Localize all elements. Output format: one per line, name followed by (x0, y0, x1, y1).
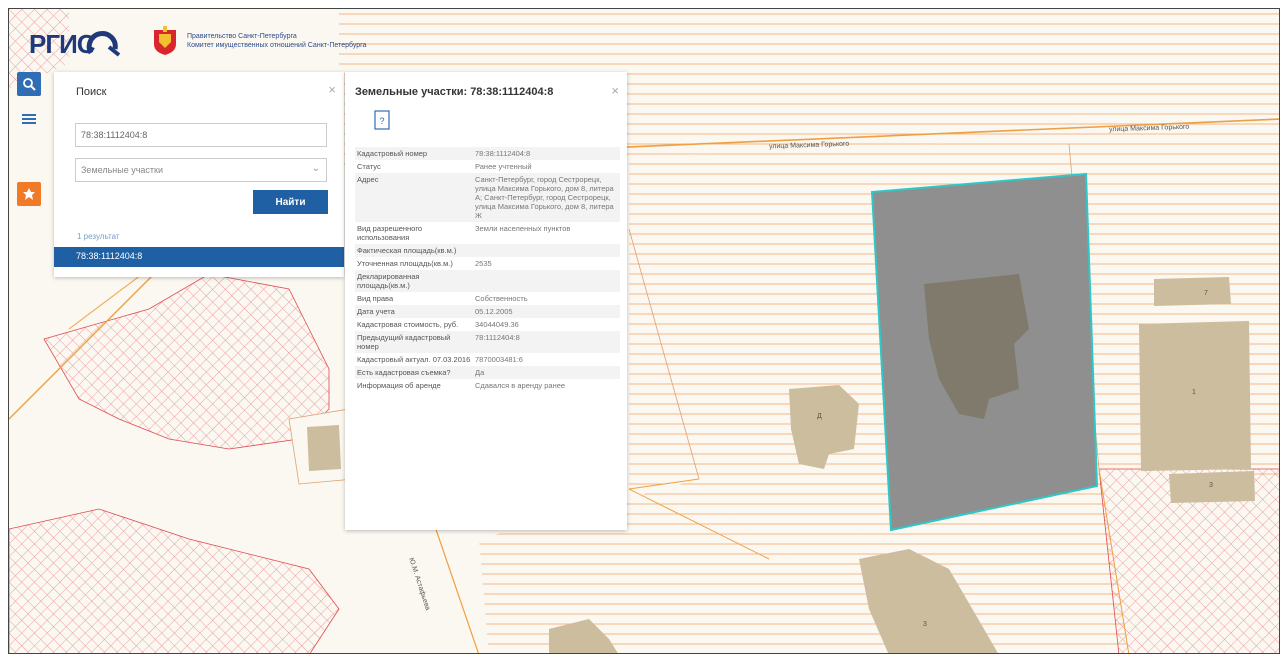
attribute-row: Кадастровый актуал. 07.03.2016 7870003481… (355, 353, 620, 366)
logo-icon (86, 31, 121, 57)
search-input[interactable] (75, 123, 327, 147)
find-button[interactable]: Найти (253, 190, 328, 214)
layers-icon (23, 188, 35, 200)
attribute-value: 7870003481:6 (475, 355, 523, 364)
attribute-value: Сдавался в аренду ранее (475, 381, 566, 390)
attribute-value: Собственность (475, 294, 528, 303)
attribute-row: Есть кадастровая съемка? Да (355, 366, 620, 379)
results-count: 1 результат (77, 232, 120, 241)
attribute-value: Ранее учтенный (475, 162, 532, 171)
attribute-key: Информация об аренде (357, 381, 441, 390)
attribute-value (473, 270, 620, 292)
attribute-key: Уточненная площадь(кв.м.) (357, 259, 453, 268)
attribute-key: Адрес (355, 173, 473, 222)
close-icon[interactable]: × (328, 82, 336, 97)
attribute-key: Предыдущий кадастровый номер (355, 331, 473, 353)
building-label-3a: 3 (1209, 482, 1213, 489)
info-panel: Земельные участки: 78:38:1112404:8 × ? К… (345, 72, 627, 530)
attribute-row: Кадастровая стоимость, руб. 34044049.36 (355, 318, 620, 331)
attribute-value: Санкт-Петербург, город Сестрорецк, улица… (473, 173, 620, 222)
app-window: улица Максима Горького улица Максима Гор… (8, 8, 1280, 654)
attribute-key: Статус (357, 162, 381, 171)
building-label-7: 7 (1204, 290, 1208, 297)
info-panel-title: Земельные участки: 78:38:1112404:8 (355, 86, 554, 98)
attribute-key: Кадастровая стоимость, руб. (357, 320, 459, 329)
attribute-key: Вид разрешенного использования (357, 224, 423, 242)
attribute-row: Предыдущий кадастровый номер 78:1112404:8 (355, 331, 620, 353)
attribute-value: Да (473, 366, 620, 379)
attribute-key: Кадастровый номер (355, 147, 473, 160)
gov-line-2: Комитет имущественных отношений Санкт-Пе… (187, 42, 367, 49)
attribute-row: Вид права Собственность (355, 292, 620, 305)
attribute-row: Вид разрешенного использования Земли насе… (355, 222, 620, 244)
attribute-value: 2535 (475, 259, 492, 268)
attribute-row: Фактическая площадь(кв.м.) (355, 244, 620, 257)
document-icon[interactable]: ? (373, 110, 391, 130)
attribute-key: Декларированная площадь(кв.м.) (355, 270, 473, 292)
close-icon[interactable]: × (611, 83, 619, 98)
menu-icon (22, 114, 36, 124)
search-tool-button[interactable] (17, 72, 41, 96)
attribute-row: Статус Ранее учтенный (355, 160, 620, 173)
attribute-row: Информация об аренде Сдавался в аренду ра… (355, 379, 620, 392)
building-label-d: Д (817, 413, 822, 420)
building-label-1: 1 (1192, 389, 1196, 396)
attribute-key: Вид права (357, 294, 394, 303)
search-panel: Поиск × Земельные участки ⌄ Найти 1 резу… (54, 72, 344, 277)
chevron-down-icon: ⌄ (311, 163, 320, 174)
attribute-row: Уточненная площадь(кв.м.) 2535 (355, 257, 620, 270)
attribute-key: Фактическая площадь(кв.м.) (355, 244, 473, 257)
search-icon (23, 78, 36, 91)
attribute-row: Дата учета 05.12.2005 (355, 305, 620, 318)
menu-button[interactable] (17, 107, 41, 131)
attribute-key: Дата учета (355, 305, 473, 318)
search-panel-title: Поиск (76, 86, 107, 98)
attribute-value: 05.12.2005 (473, 305, 620, 318)
gov-line-1: Правительство Санкт-Петербурга (187, 33, 297, 40)
attribute-value: Земли населенных пунктов (475, 224, 571, 233)
emblem-icon (154, 26, 176, 55)
attribute-row: Адрес Санкт-Петербург, город Сестрорецк, … (355, 173, 620, 222)
attribute-value: 78:38:1112404:8 (473, 147, 620, 160)
attribute-row: Декларированная площадь(кв.м.) (355, 270, 620, 292)
attribute-value: 78:1112404:8 (473, 331, 620, 353)
attributes-table: Кадастровый номер 78:38:1112404:8 Статус Ра… (355, 147, 620, 392)
result-item[interactable]: 78:38:1112404:8 (54, 247, 344, 267)
attribute-row: Кадастровый номер 78:38:1112404:8 (355, 147, 620, 160)
attribute-key: Кадастровый актуал. 07.03.2016 (357, 355, 471, 364)
search-type-value: Земельные участки (81, 165, 164, 175)
header: РГИС Правительство Санкт-Петербурга Коми… (9, 9, 529, 69)
attribute-value: 34044049.36 (475, 320, 519, 329)
attribute-key: Есть кадастровая съемка? (355, 366, 473, 379)
building-label-3b: 3 (923, 621, 927, 628)
svg-text:?: ? (379, 116, 384, 126)
attribute-value (473, 244, 620, 257)
search-type-select[interactable]: Земельные участки ⌄ (75, 158, 327, 182)
layers-button[interactable] (17, 182, 41, 206)
